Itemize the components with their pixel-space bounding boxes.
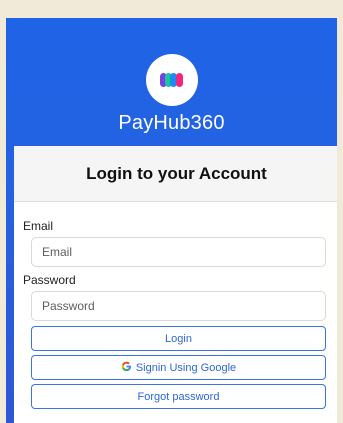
login-card: Login to your Account Email Password Log… [14,146,337,423]
app-name: PayHub360 [118,112,225,134]
google-signin-label: Signin Using Google [135,361,237,374]
email-label: Email [23,219,54,233]
payhub-logo-icon [145,54,198,106]
login-title: Login to your Account [14,146,337,202]
email-field[interactable] [31,237,326,267]
brand-area: PayHub360 [6,54,337,135]
app-screen: PayHub360 Login to your Account Email Pa… [6,18,337,423]
google-icon [121,361,132,374]
google-signin-button[interactable]: Signin Using Google [31,355,326,380]
google-g-shape [121,361,131,372]
login-button[interactable]: Login [31,326,326,351]
logo-shapes [159,73,183,87]
password-field[interactable] [31,291,326,321]
password-label: Password [23,273,76,287]
forgot-password-button[interactable]: Forgot password [31,384,326,409]
